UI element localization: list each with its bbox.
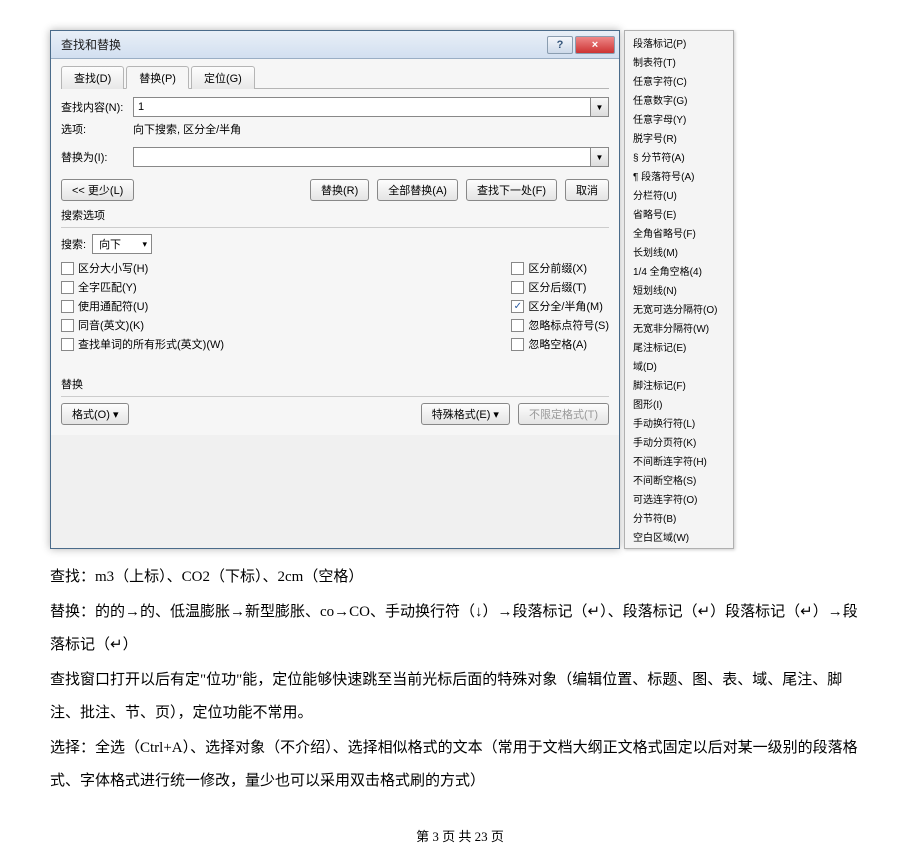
check-left-3[interactable]: 同音(英文)(K) — [61, 317, 224, 333]
replace-dropdown-icon[interactable]: ▼ — [591, 147, 609, 167]
check-right-1[interactable]: 区分后缀(T) — [511, 279, 609, 295]
checkbox-label: 忽略空格(A) — [528, 336, 587, 352]
check-right-4[interactable]: 忽略空格(A) — [511, 336, 609, 352]
page-footer: 第 3 页 共 23 页 — [50, 826, 870, 845]
special-menu-item-5[interactable]: 脱字号(R) — [625, 128, 733, 147]
check-left-2[interactable]: 使用通配符(U) — [61, 298, 224, 314]
checkbox-label: 区分全/半角(M) — [528, 298, 603, 314]
search-options-title: 搜索选项 — [61, 207, 609, 223]
checkbox-label: 查找单词的所有形式(英文)(W) — [78, 336, 224, 352]
search-direction-select[interactable]: 向下 — [92, 234, 152, 254]
special-menu-item-15[interactable]: 无宽非分隔符(W) — [625, 318, 733, 337]
less-button[interactable]: << 更少(L) — [61, 179, 134, 201]
special-menu-item-17[interactable]: 域(D) — [625, 356, 733, 375]
special-menu-item-26[interactable]: 空白区域(W) — [625, 527, 733, 546]
help-button[interactable]: ? — [547, 36, 573, 54]
special-format-button[interactable]: 特殊格式(E) ▾ — [421, 403, 510, 425]
checkbox-icon[interactable] — [511, 281, 524, 294]
checkbox-icon[interactable] — [511, 319, 524, 332]
checkbox-icon[interactable]: ✓ — [511, 300, 524, 313]
find-input[interactable] — [133, 97, 591, 117]
cancel-button[interactable]: 取消 — [565, 179, 609, 201]
no-format-button[interactable]: 不限定格式(T) — [518, 403, 609, 425]
checkbox-label: 区分前缀(X) — [528, 260, 587, 276]
special-menu-item-11[interactable]: 长划线(M) — [625, 242, 733, 261]
special-menu-item-4[interactable]: 任意字母(Y) — [625, 109, 733, 128]
special-menu-item-21[interactable]: 手动分页符(K) — [625, 432, 733, 451]
special-menu-item-25[interactable]: 分节符(B) — [625, 508, 733, 527]
body-p3: 查找窗口打开以后有定"位功"能，定位能够快速跳至当前光标后面的特殊对象（编辑位置… — [50, 664, 870, 730]
check-left-0[interactable]: 区分大小写(H) — [61, 260, 224, 276]
special-menu-item-1[interactable]: 制表符(T) — [625, 52, 733, 71]
special-menu-item-12[interactable]: 1/4 全角空格(4) — [625, 261, 733, 280]
special-menu-item-14[interactable]: 无宽可选分隔符(O) — [625, 299, 733, 318]
special-menu-item-9[interactable]: 省略号(E) — [625, 204, 733, 223]
checkbox-icon[interactable] — [61, 281, 74, 294]
replace-button[interactable]: 替换(R) — [310, 179, 369, 201]
special-menu-item-13[interactable]: 短划线(N) — [625, 280, 733, 299]
checkbox-icon[interactable] — [61, 300, 74, 313]
tab-find[interactable]: 查找(D) — [61, 66, 124, 89]
tab-strip: 查找(D) 替换(P) 定位(G) — [61, 65, 609, 89]
options-text: 向下搜索, 区分全/半角 — [133, 121, 241, 137]
check-right-2[interactable]: ✓ 区分全/半角(M) — [511, 298, 609, 314]
checkbox-icon[interactable] — [61, 338, 74, 351]
special-menu-item-20[interactable]: 手动换行符(L) — [625, 413, 733, 432]
body-p1: 查找：m3（上标）、CO2（下标）、2cm（空格） — [50, 561, 870, 594]
options-label: 选项: — [61, 121, 133, 137]
replace-input[interactable] — [133, 147, 591, 167]
checkbox-label: 全字匹配(Y) — [78, 279, 137, 295]
replace-all-button[interactable]: 全部替换(A) — [377, 179, 458, 201]
special-format-menu: 段落标记(P)制表符(T)任意字符(C)任意数字(G)任意字母(Y)脱字号(R)… — [624, 30, 734, 549]
check-left-4[interactable]: 查找单词的所有形式(英文)(W) — [61, 336, 224, 352]
special-menu-item-24[interactable]: 可选连字符(O) — [625, 489, 733, 508]
checkbox-label: 忽略标点符号(S) — [528, 317, 609, 333]
checkbox-icon[interactable] — [61, 319, 74, 332]
body-p4: 选择：全选（Ctrl+A）、选择对象（不介绍）、选择相似格式的文本（常用于文档大… — [50, 732, 870, 798]
special-menu-item-10[interactable]: 全角省略号(F) — [625, 223, 733, 242]
special-menu-item-19[interactable]: 图形(I) — [625, 394, 733, 413]
check-left-1[interactable]: 全字匹配(Y) — [61, 279, 224, 295]
check-right-3[interactable]: 忽略标点符号(S) — [511, 317, 609, 333]
checkbox-icon[interactable] — [61, 262, 74, 275]
special-menu-item-3[interactable]: 任意数字(G) — [625, 90, 733, 109]
special-menu-item-2[interactable]: 任意字符(C) — [625, 71, 733, 90]
special-menu-item-6[interactable]: § 分节符(A) — [625, 147, 733, 166]
checkbox-label: 区分大小写(H) — [78, 260, 148, 276]
close-button[interactable]: × — [575, 36, 615, 54]
checkbox-icon[interactable] — [511, 262, 524, 275]
special-menu-item-0[interactable]: 段落标记(P) — [625, 33, 733, 52]
special-menu-item-7[interactable]: ¶ 段落符号(A) — [625, 166, 733, 185]
dialog-title: 查找和替换 — [61, 36, 121, 53]
special-menu-item-22[interactable]: 不间断连字符(H) — [625, 451, 733, 470]
check-right-0[interactable]: 区分前缀(X) — [511, 260, 609, 276]
tab-goto[interactable]: 定位(G) — [191, 66, 255, 89]
find-label: 查找内容(N): — [61, 99, 133, 115]
find-dropdown-icon[interactable]: ▼ — [591, 97, 609, 117]
special-menu-item-16[interactable]: 尾注标记(E) — [625, 337, 733, 356]
checkbox-label: 区分后缀(T) — [528, 279, 586, 295]
tab-replace[interactable]: 替换(P) — [126, 66, 189, 89]
special-menu-item-23[interactable]: 不间断空格(S) — [625, 470, 733, 489]
checkbox-icon[interactable] — [511, 338, 524, 351]
replace-label: 替换为(I): — [61, 149, 133, 165]
replace-section-title: 替换 — [61, 376, 609, 392]
format-button[interactable]: 格式(O) ▾ — [61, 403, 129, 425]
body-p2: 替换：的的→的、低温膨胀→新型膨胀、co→CO、手动换行符（↓）→段落标记（↵）… — [50, 596, 870, 662]
find-replace-dialog: 查找和替换 ? × 查找(D) 替换(P) 定位(G) 查找内容(N): — [50, 30, 620, 549]
special-menu-item-8[interactable]: 分栏符(U) — [625, 185, 733, 204]
document-body-text: 查找：m3（上标）、CO2（下标）、2cm（空格） 替换：的的→的、低温膨胀→新… — [50, 561, 870, 798]
find-next-button[interactable]: 查找下一处(F) — [466, 179, 557, 201]
checkbox-label: 同音(英文)(K) — [78, 317, 144, 333]
search-direction-label: 搜索: — [61, 236, 86, 252]
checkbox-label: 使用通配符(U) — [78, 298, 148, 314]
special-menu-item-18[interactable]: 脚注标记(F) — [625, 375, 733, 394]
dialog-titlebar: 查找和替换 ? × — [51, 31, 619, 59]
